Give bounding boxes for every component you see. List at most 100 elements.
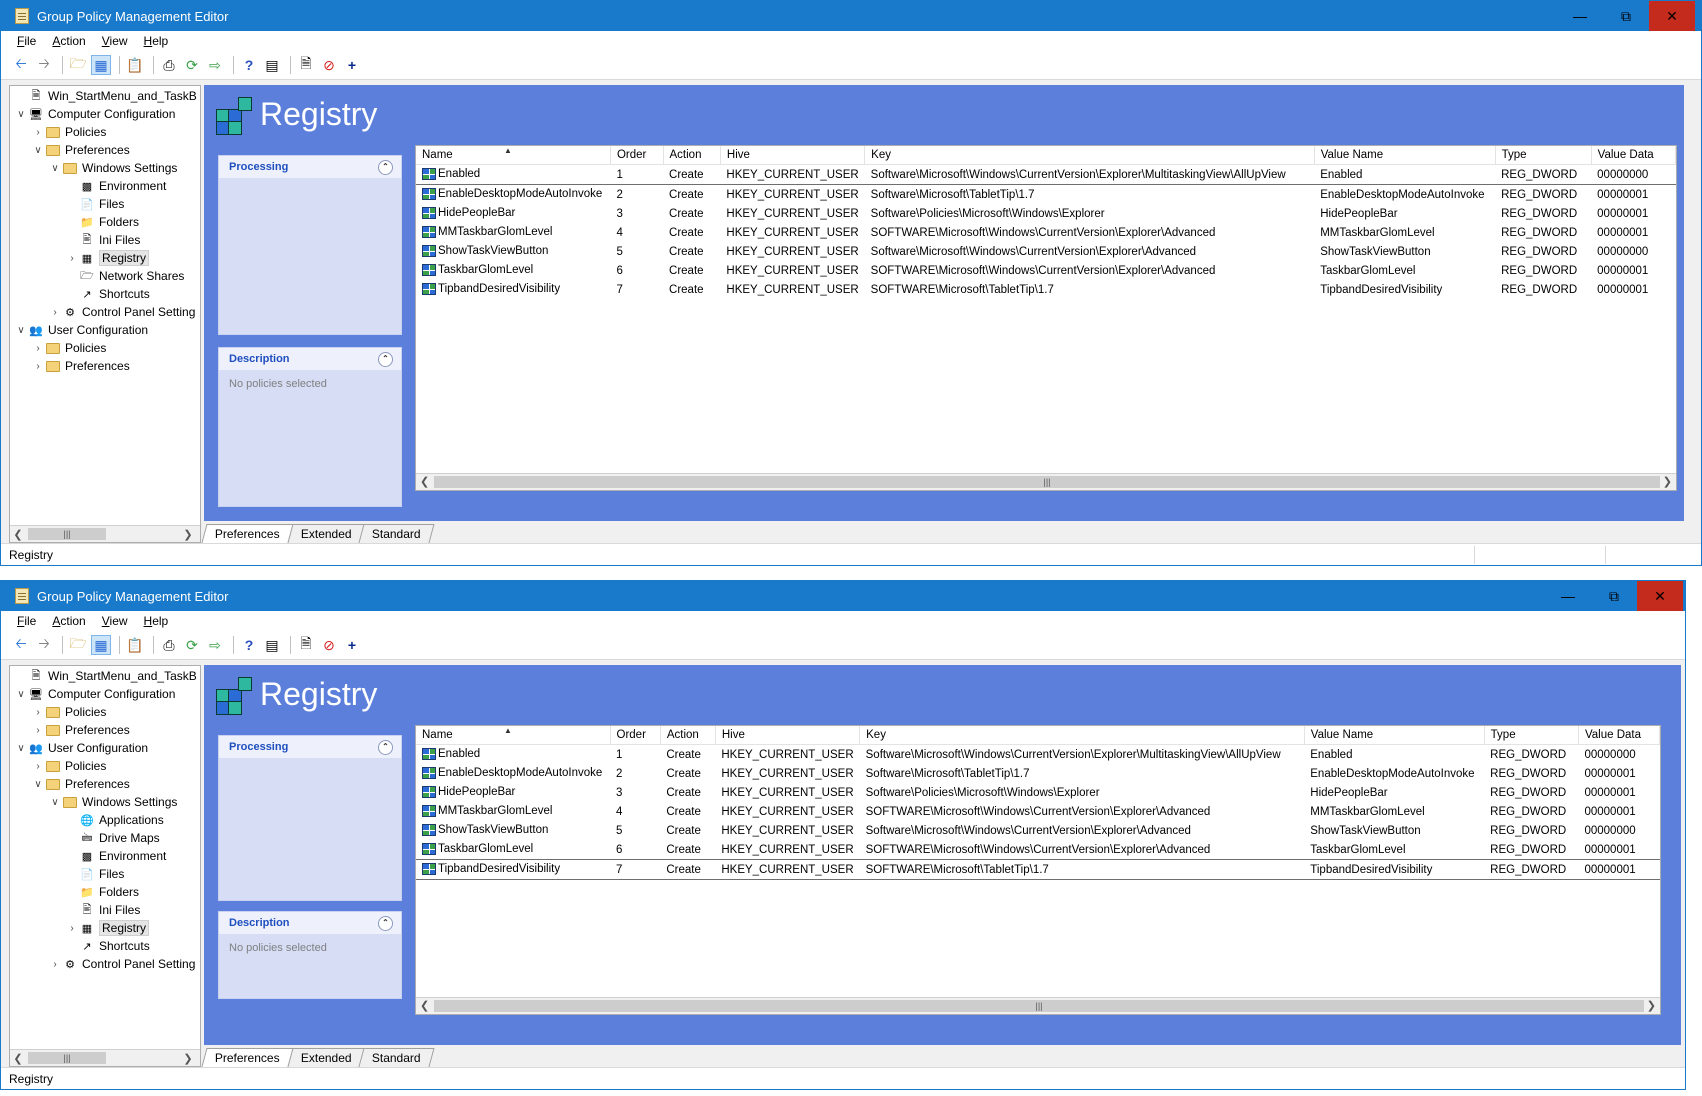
processing-header[interactable]: Processing ⌃: [219, 156, 401, 178]
table-row[interactable]: Enabled 1 Create HKEY_CURRENT_USER Software\…: [416, 164, 1676, 185]
tree-item-environment[interactable]: ▩ Environment: [10, 847, 200, 865]
tree-item-folders[interactable]: 📁 Folders: [10, 883, 200, 901]
chevron-right-icon[interactable]: ›: [65, 253, 79, 264]
column-header-order[interactable]: Order: [610, 146, 664, 165]
column-header-name[interactable]: Name ▲: [416, 726, 611, 745]
console-tree[interactable]: 🗎 Win_StartMenu_and_TaskB ∨ 🖥 Computer Confi…: [9, 665, 201, 1067]
table-row[interactable]: TipbandDesiredVisibility 7 Create HKEY_CURR…: [416, 280, 1676, 299]
column-header-action[interactable]: Action: [663, 146, 721, 165]
title-bar[interactable]: Group Policy Management Editor — ⧉ ✕: [1, 581, 1685, 611]
column-header-name[interactable]: Name ▲: [416, 146, 611, 165]
table-row[interactable]: HidePeopleBar 3 Create HKEY_CURRENT_USER Sof…: [416, 204, 1676, 223]
tree-item-user-configuration[interactable]: ∨ 👥 User Configuration: [10, 739, 200, 757]
properties-pane-button[interactable]: ▤: [262, 55, 282, 75]
menu-action[interactable]: Action: [52, 614, 85, 628]
scroll-right-icon[interactable]: ❯: [1663, 475, 1672, 488]
scroll-thumb[interactable]: |||: [28, 1052, 106, 1064]
tree-item-computer-configuration[interactable]: ∨ 🖥 Computer Configuration: [10, 685, 200, 703]
print-button[interactable]: ⎙: [159, 635, 179, 655]
table-row[interactable]: TipbandDesiredVisibility 7 Create HKEY_CURR…: [416, 859, 1660, 880]
collapse-chevron-icon[interactable]: ⌃: [378, 159, 393, 175]
column-header-type[interactable]: Type: [1495, 146, 1592, 165]
menu-file[interactable]: File: [17, 614, 36, 628]
description-header[interactable]: Description ⌃: [219, 912, 401, 934]
help-button[interactable]: ?: [239, 635, 259, 655]
disable-button[interactable]: ⊘: [319, 55, 339, 75]
minimize-button[interactable]: —: [1545, 581, 1591, 611]
tree-item-registry[interactable]: › ▦ Registry: [10, 919, 200, 937]
scroll-left-icon[interactable]: ❮: [420, 999, 429, 1012]
column-header-key[interactable]: Key: [864, 146, 1315, 165]
collapse-chevron-icon[interactable]: ⌃: [378, 739, 393, 755]
title-bar[interactable]: Group Policy Management Editor — ⧉ ✕: [1, 1, 1701, 31]
chevron-down-icon[interactable]: ∨: [14, 325, 28, 336]
registry-items-list[interactable]: Name ▲ Order Action Hive Key Value Name Type Val…: [415, 725, 1661, 1015]
disable-button[interactable]: ⊘: [319, 635, 339, 655]
refresh-button[interactable]: ⟳: [182, 635, 202, 655]
tab-preferences[interactable]: Preferences: [201, 524, 294, 543]
tab-standard[interactable]: Standard: [358, 1048, 435, 1067]
minimize-button[interactable]: —: [1557, 1, 1603, 31]
tree-item-shortcuts[interactable]: ↗ Shortcuts: [10, 285, 200, 303]
tree-item-environment[interactable]: ▩ Environment: [10, 177, 200, 195]
chevron-down-icon[interactable]: ∨: [14, 743, 28, 754]
add-button[interactable]: +: [342, 55, 362, 75]
tree-item-shortcuts[interactable]: ↗ Shortcuts: [10, 937, 200, 955]
chevron-down-icon[interactable]: ∨: [48, 797, 62, 808]
table-row[interactable]: TaskbarGlomLevel 6 Create HKEY_CURRENT_USER…: [416, 840, 1660, 860]
column-header-type[interactable]: Type: [1484, 726, 1579, 745]
scroll-left-icon[interactable]: ❮: [10, 1052, 26, 1065]
tree-item-policies[interactable]: › Policies: [10, 703, 200, 721]
maximize-button[interactable]: ⧉: [1591, 581, 1637, 611]
tree-item-preferences[interactable]: ∨ Preferences: [10, 775, 200, 793]
tree-item-folders[interactable]: 📁 Folders: [10, 213, 200, 231]
up-one-level-button[interactable]: 🗁: [68, 635, 88, 655]
show-hide-tree-button[interactable]: ▦: [91, 635, 111, 655]
tree-item-ini-files[interactable]: 🖹 Ini Files: [10, 901, 200, 919]
table-row[interactable]: ShowTaskViewButton 5 Create HKEY_CURRENT_US…: [416, 242, 1676, 261]
list-horizontal-scrollbar[interactable]: ❮ ||| ❯: [416, 473, 1676, 490]
chevron-right-icon[interactable]: ›: [48, 307, 62, 318]
forward-button[interactable]: 🡢: [34, 635, 54, 655]
column-header-order[interactable]: Order: [610, 726, 661, 745]
new-item-button[interactable]: 🗎: [296, 635, 316, 655]
collapse-chevron-icon[interactable]: ⌃: [378, 351, 393, 367]
table-row[interactable]: ShowTaskViewButton 5 Create HKEY_CURRENT_US…: [416, 821, 1660, 840]
menu-file[interactable]: File: [17, 34, 36, 48]
scroll-left-icon[interactable]: ❮: [420, 475, 429, 488]
export-list-button[interactable]: ⇨: [205, 635, 225, 655]
tree-item-network-shares[interactable]: 🗁 Network Shares: [10, 267, 200, 285]
scroll-thumb[interactable]: |||: [28, 528, 106, 540]
column-header-hive[interactable]: Hive: [720, 146, 866, 165]
column-header-value-data[interactable]: Value Data: [1578, 726, 1660, 745]
chevron-right-icon[interactable]: ›: [31, 127, 45, 138]
column-header-hive[interactable]: Hive: [715, 726, 861, 745]
column-header-value-data[interactable]: Value Data: [1591, 146, 1676, 165]
chevron-down-icon[interactable]: ∨: [31, 145, 45, 156]
forward-button[interactable]: 🡢: [34, 55, 54, 75]
column-header-value-name[interactable]: Value Name: [1314, 146, 1496, 165]
chevron-right-icon[interactable]: ›: [48, 959, 62, 970]
tree-item-computer-configuration[interactable]: ∨ 🖥 Computer Configuration: [10, 105, 200, 123]
chevron-right-icon[interactable]: ›: [31, 361, 45, 372]
tree-item-preferences[interactable]: › Preferences: [10, 357, 200, 375]
tab-extended[interactable]: Extended: [287, 524, 365, 543]
close-button[interactable]: ✕: [1649, 1, 1695, 31]
scroll-left-icon[interactable]: ❮: [10, 528, 26, 541]
up-one-level-button[interactable]: 🗁: [68, 55, 88, 75]
tree-item-control-panel-setting[interactable]: › ⚙ Control Panel Setting: [10, 955, 200, 973]
tree-item-files[interactable]: 📄 Files: [10, 195, 200, 213]
tree-horizontal-scrollbar[interactable]: ❮ ||| ❯: [10, 525, 200, 542]
column-header-key[interactable]: Key: [859, 726, 1305, 745]
tree-item-preferences[interactable]: › Preferences: [10, 721, 200, 739]
menu-help[interactable]: Help: [144, 614, 169, 628]
tree-item-policies[interactable]: › Policies: [10, 339, 200, 357]
clipboard-button[interactable]: 📋: [125, 635, 145, 655]
back-button[interactable]: 🡠: [11, 635, 31, 655]
tree-item-policies[interactable]: › Policies: [10, 757, 200, 775]
tree-item-files[interactable]: 📄 Files: [10, 865, 200, 883]
menu-help[interactable]: Help: [144, 34, 169, 48]
menu-action[interactable]: Action: [52, 34, 85, 48]
chevron-right-icon[interactable]: ›: [65, 923, 79, 934]
tree-item-control-panel-setting[interactable]: › ⚙ Control Panel Setting: [10, 303, 200, 321]
